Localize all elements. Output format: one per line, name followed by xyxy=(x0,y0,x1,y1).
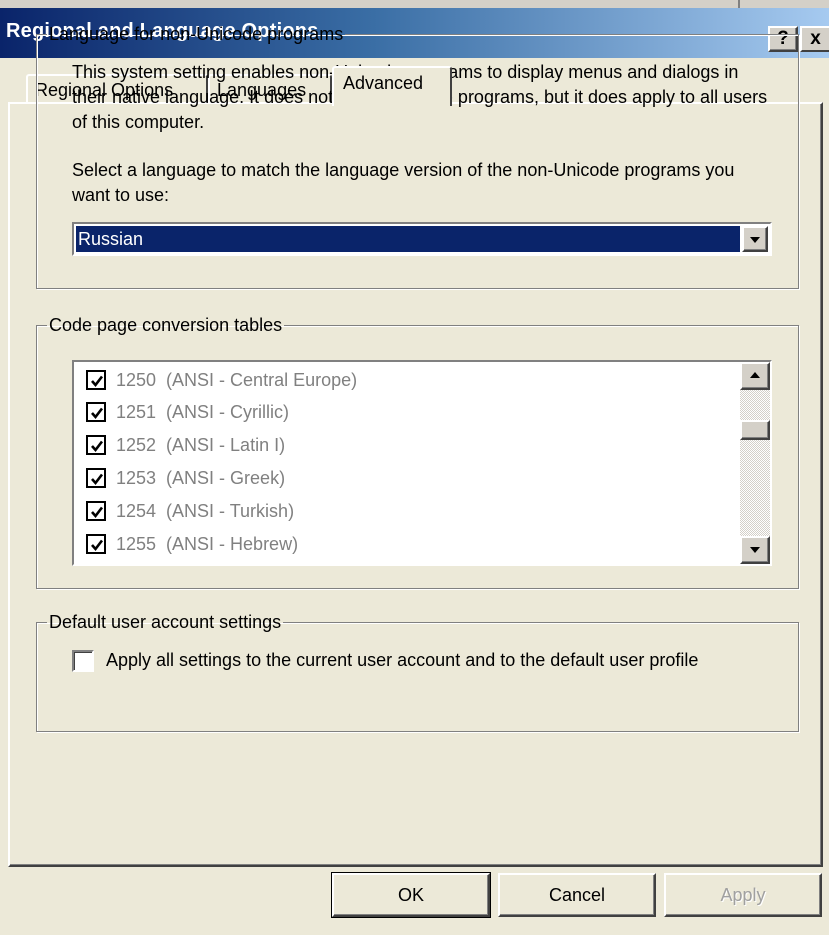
code-page-checkbox[interactable] xyxy=(86,435,106,455)
code-page-label: 1253 (ANSI - Greek) xyxy=(116,467,286,488)
scroll-down-button[interactable] xyxy=(740,536,770,564)
background-window-strip xyxy=(0,0,829,8)
code-page-label: 1251 (ANSI - Cyrillic) xyxy=(116,401,290,422)
background-divider xyxy=(738,0,740,8)
code-page-label: 1255 (ANSI - Hebrew) xyxy=(116,533,299,554)
language-dropdown-value[interactable]: Russian xyxy=(76,226,740,252)
list-scrollbar[interactable] xyxy=(740,362,770,564)
apply-default-user-option[interactable]: Apply all settings to the current user a… xyxy=(72,648,772,673)
code-page-checkbox[interactable] xyxy=(86,402,106,422)
cancel-button[interactable]: Cancel xyxy=(498,873,656,917)
checkmark-icon xyxy=(91,506,104,519)
language-select-prompt: Select a language to match the language … xyxy=(72,160,735,205)
list-item[interactable]: 1254 (ANSI - Turkish) xyxy=(86,497,294,525)
apply-default-user-label: Apply all settings to the current user a… xyxy=(106,650,699,670)
apply-button[interactable]: Apply xyxy=(664,873,822,917)
code-page-label: 1254 (ANSI - Turkish) xyxy=(116,500,295,521)
scroll-up-button[interactable] xyxy=(740,362,770,390)
scroll-thumb[interactable] xyxy=(740,420,770,440)
code-page-checkbox[interactable] xyxy=(86,370,106,390)
code-page-label: 1250 (ANSI - Central Europe) xyxy=(116,369,358,390)
non-unicode-group-label: Language for non-Unicode programs xyxy=(49,24,344,44)
language-dropdown[interactable]: Russian xyxy=(72,222,772,256)
close-button[interactable]: x xyxy=(800,26,829,52)
list-item[interactable]: 1250 (ANSI - Central Europe) xyxy=(86,366,357,394)
checkmark-icon xyxy=(91,473,104,486)
list-item[interactable]: 1252 (ANSI - Latin I) xyxy=(86,431,285,459)
checkmark-icon xyxy=(91,539,104,552)
chevron-up-icon xyxy=(750,372,760,378)
default-user-group-label: Default user account settings xyxy=(49,612,282,632)
chevron-down-icon xyxy=(750,237,760,243)
tab-advanced[interactable]: Advanced xyxy=(332,66,452,106)
chevron-down-icon xyxy=(750,547,760,553)
checkmark-icon xyxy=(91,440,104,453)
checkmark-icon xyxy=(91,407,104,420)
list-item[interactable]: 1253 (ANSI - Greek) xyxy=(86,464,285,492)
ok-button[interactable]: OK xyxy=(331,872,491,918)
code-page-checkbox[interactable] xyxy=(86,534,106,554)
list-item[interactable]: 1251 (ANSI - Cyrillic) xyxy=(86,398,289,426)
code-page-list[interactable]: 1250 (ANSI - Central Europe) 1251 (ANSI … xyxy=(72,360,772,566)
code-page-checkbox[interactable] xyxy=(86,468,106,488)
code-page-checkbox[interactable] xyxy=(86,501,106,521)
checkmark-icon xyxy=(91,375,104,388)
apply-default-user-checkbox[interactable] xyxy=(72,650,94,672)
dropdown-button[interactable] xyxy=(742,226,768,252)
code-page-label: 1252 (ANSI - Latin I) xyxy=(116,434,286,455)
list-item[interactable]: 1255 (ANSI - Hebrew) xyxy=(86,530,298,558)
code-page-group-label: Code page conversion tables xyxy=(49,315,283,335)
